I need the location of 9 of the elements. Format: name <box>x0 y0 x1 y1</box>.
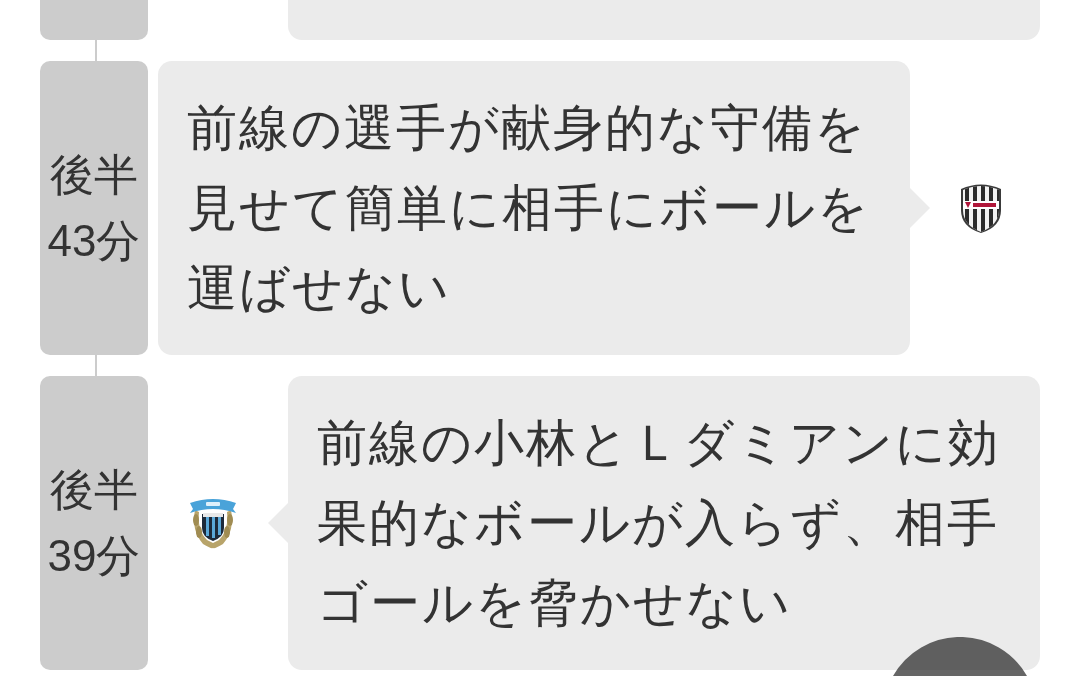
period-text: 後半 <box>50 464 138 516</box>
striped-shield-icon <box>960 183 1002 233</box>
laurel-crest-icon <box>189 496 237 550</box>
period-text: 後半 <box>50 149 138 201</box>
commentary-text: 前線の選手が献身的な守備を見せて簡単に相手にボールを運ばせない <box>187 99 871 318</box>
minute-text: 43分 <box>47 215 141 267</box>
minute-text: 39分 <box>47 530 141 582</box>
commentary-text: 前線の小林とＬダミアンに効果的なボールが入らず、相手ゴールを脅かせない <box>317 414 1001 633</box>
floating-circle-button[interactable] <box>893 637 1027 676</box>
